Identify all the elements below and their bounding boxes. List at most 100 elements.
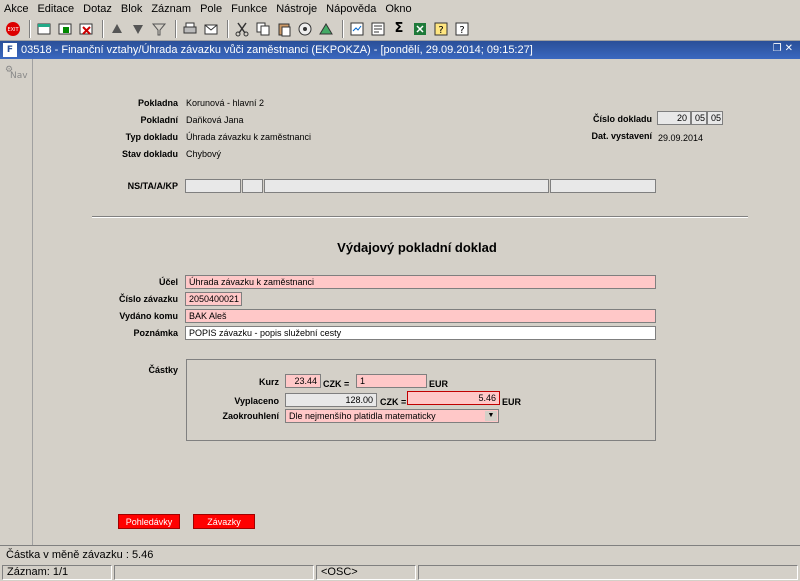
nav-label[interactable]: ⚙ Nav <box>5 65 28 81</box>
nav-text: Nav <box>10 71 28 81</box>
save-icon[interactable] <box>56 20 74 38</box>
kurz-label: Kurz <box>259 377 279 387</box>
sum-icon[interactable]: Σ <box>390 20 408 38</box>
new-record-icon[interactable] <box>35 20 53 38</box>
poznamka-field[interactable]: POPIS závazku - popis služební cesty <box>185 326 656 340</box>
ucel-label: Účel <box>158 277 178 287</box>
dat-vystaveni-value: 29.09.2014 <box>658 133 704 143</box>
kp-field[interactable] <box>550 179 656 193</box>
toolbar-separator <box>342 19 344 38</box>
castky-label: Částky <box>148 365 178 375</box>
window-restore-close-icon[interactable]: ❐✕ <box>773 43 796 54</box>
osc-indicator: <OSC> <box>316 564 416 580</box>
kurz-czk-eq: CZK = <box>323 379 350 389</box>
castky-group: Kurz 23.44 CZK = 1 EUR Vyplaceno 128.00 … <box>186 359 656 441</box>
menu-napoveda[interactable]: Nápověda <box>326 3 376 15</box>
cislo-dokladu-part2[interactable]: 05 <box>691 111 707 125</box>
report-icon[interactable] <box>348 20 366 38</box>
menu-bar: Akce Editace Dotaz Blok Záznam Pole Funk… <box>0 0 800 17</box>
pokladni-value: Daňková Jana <box>186 115 244 125</box>
nav-panel: ⚙ Nav <box>0 59 33 545</box>
copy-icon[interactable] <box>254 20 272 38</box>
zaokrouhleni-label: Zaokrouhlení <box>222 411 279 421</box>
cislo-dokladu-label: Číslo dokladu <box>592 114 652 124</box>
toolbar-separator <box>175 19 177 38</box>
menu-zaznam[interactable]: Záznam <box>151 3 191 15</box>
a-field[interactable] <box>264 179 549 193</box>
delete-icon[interactable] <box>77 20 95 38</box>
cislo-dokladu-part3[interactable]: 05 <box>707 111 723 125</box>
stav-dokladu-label: Stav dokladu <box>121 149 178 159</box>
pokladna-label: Pokladna <box>137 98 178 108</box>
svg-text:?: ? <box>459 25 464 36</box>
filter-icon[interactable] <box>150 20 168 38</box>
status-bar: Záznam: 1/1 <OSC> <box>0 563 800 581</box>
menu-okno[interactable]: Okno <box>385 3 411 15</box>
menu-nastroje[interactable]: Nástroje <box>276 3 317 15</box>
cislo-dokladu-part1[interactable]: 20 <box>657 111 691 125</box>
ns-field[interactable] <box>185 179 241 193</box>
menu-akce[interactable]: Akce <box>4 3 28 15</box>
calc-icon[interactable] <box>296 20 314 38</box>
zaokrouhleni-select[interactable]: Dle nejmenšího platidla matematicky ▼ <box>285 409 499 423</box>
status-cell-empty <box>418 564 798 580</box>
vyplaceno-label: Vyplaceno <box>234 396 279 406</box>
menu-funkce[interactable]: Funkce <box>231 3 267 15</box>
chart-icon[interactable] <box>317 20 335 38</box>
pohledavky-button[interactable]: Pohledávky <box>118 514 180 529</box>
toolbar: EXIT Σ ? ? <box>0 17 800 41</box>
pokladni-label: Pokladní <box>140 115 178 125</box>
pokladna-value: Korunová - hlavní 2 <box>186 98 265 108</box>
help-icon[interactable]: ? <box>432 20 450 38</box>
toolbar-separator <box>102 19 104 38</box>
ns-ta-a-kp-label: NS/TA/A/KP <box>127 181 178 191</box>
menu-pole[interactable]: Pole <box>200 3 222 15</box>
cislo-zavazku-field[interactable]: 2050400021 <box>185 292 242 306</box>
stav-dokladu-value: Chybový <box>186 149 222 159</box>
mail-icon[interactable] <box>202 20 220 38</box>
form-heading: Výdajový pokladní doklad <box>337 240 497 255</box>
vydano-komu-label: Vydáno komu <box>119 311 178 321</box>
context-help-icon[interactable]: ? <box>453 20 471 38</box>
toolbar-separator <box>29 19 31 38</box>
kurz-czk-field[interactable]: 23.44 <box>285 374 321 388</box>
window-titlebar: F 03518 - Finanční vztahy/Úhrada závazku… <box>0 41 800 59</box>
kurz-eur-unit: EUR <box>429 379 449 389</box>
query-icon[interactable] <box>369 20 387 38</box>
cislo-zavazku-label: Číslo závazku <box>118 294 178 304</box>
chevron-down-icon[interactable]: ▼ <box>485 411 497 421</box>
typ-dokladu-value: Úhrada závazku k zaměstnanci <box>186 132 312 142</box>
status-message: Částka v měně závazku : 5.46 <box>0 545 800 563</box>
typ-dokladu-label: Typ dokladu <box>125 132 178 142</box>
app-icon: F <box>3 43 17 57</box>
down-icon[interactable] <box>129 20 147 38</box>
divider <box>92 216 748 218</box>
vyplaceno-eur-field[interactable]: 5.46 <box>407 391 500 405</box>
paste-icon[interactable] <box>275 20 293 38</box>
print-icon[interactable] <box>181 20 199 38</box>
dat-vystaveni-label: Dat. vystavení <box>591 131 652 141</box>
ucel-field[interactable]: Úhrada závazku k zaměstnanci <box>185 275 656 289</box>
status-cell-empty <box>114 564 314 580</box>
zaokrouhleni-value: Dle nejmenšího platidla matematicky <box>289 411 436 421</box>
toolbar-separator <box>227 19 229 38</box>
vyplaceno-eur-unit: EUR <box>502 397 522 407</box>
ta-field[interactable] <box>242 179 263 193</box>
exit-icon[interactable]: EXIT <box>4 20 22 38</box>
menu-blok[interactable]: Blok <box>121 3 142 15</box>
record-indicator: Záznam: 1/1 <box>2 564 112 580</box>
main-form: Pokladna Korunová - hlavní 2 Pokladní Da… <box>34 59 800 545</box>
svg-text:?: ? <box>438 25 443 36</box>
cut-icon[interactable] <box>233 20 251 38</box>
vydano-komu-field[interactable]: BAK Aleš <box>185 309 656 323</box>
window-title: 03518 - Finanční vztahy/Úhrada závazku v… <box>21 44 533 56</box>
up-icon[interactable] <box>108 20 126 38</box>
menu-dotaz[interactable]: Dotaz <box>83 3 112 15</box>
menu-editace[interactable]: Editace <box>37 3 74 15</box>
poznamka-label: Poznámka <box>133 328 178 338</box>
vyplaceno-czk-field[interactable]: 128.00 <box>285 393 377 407</box>
excel-icon[interactable] <box>411 20 429 38</box>
svg-text:EXIT: EXIT <box>7 27 19 33</box>
kurz-eur-field[interactable]: 1 <box>356 374 427 388</box>
zavazky-button[interactable]: Závazky <box>193 514 255 529</box>
